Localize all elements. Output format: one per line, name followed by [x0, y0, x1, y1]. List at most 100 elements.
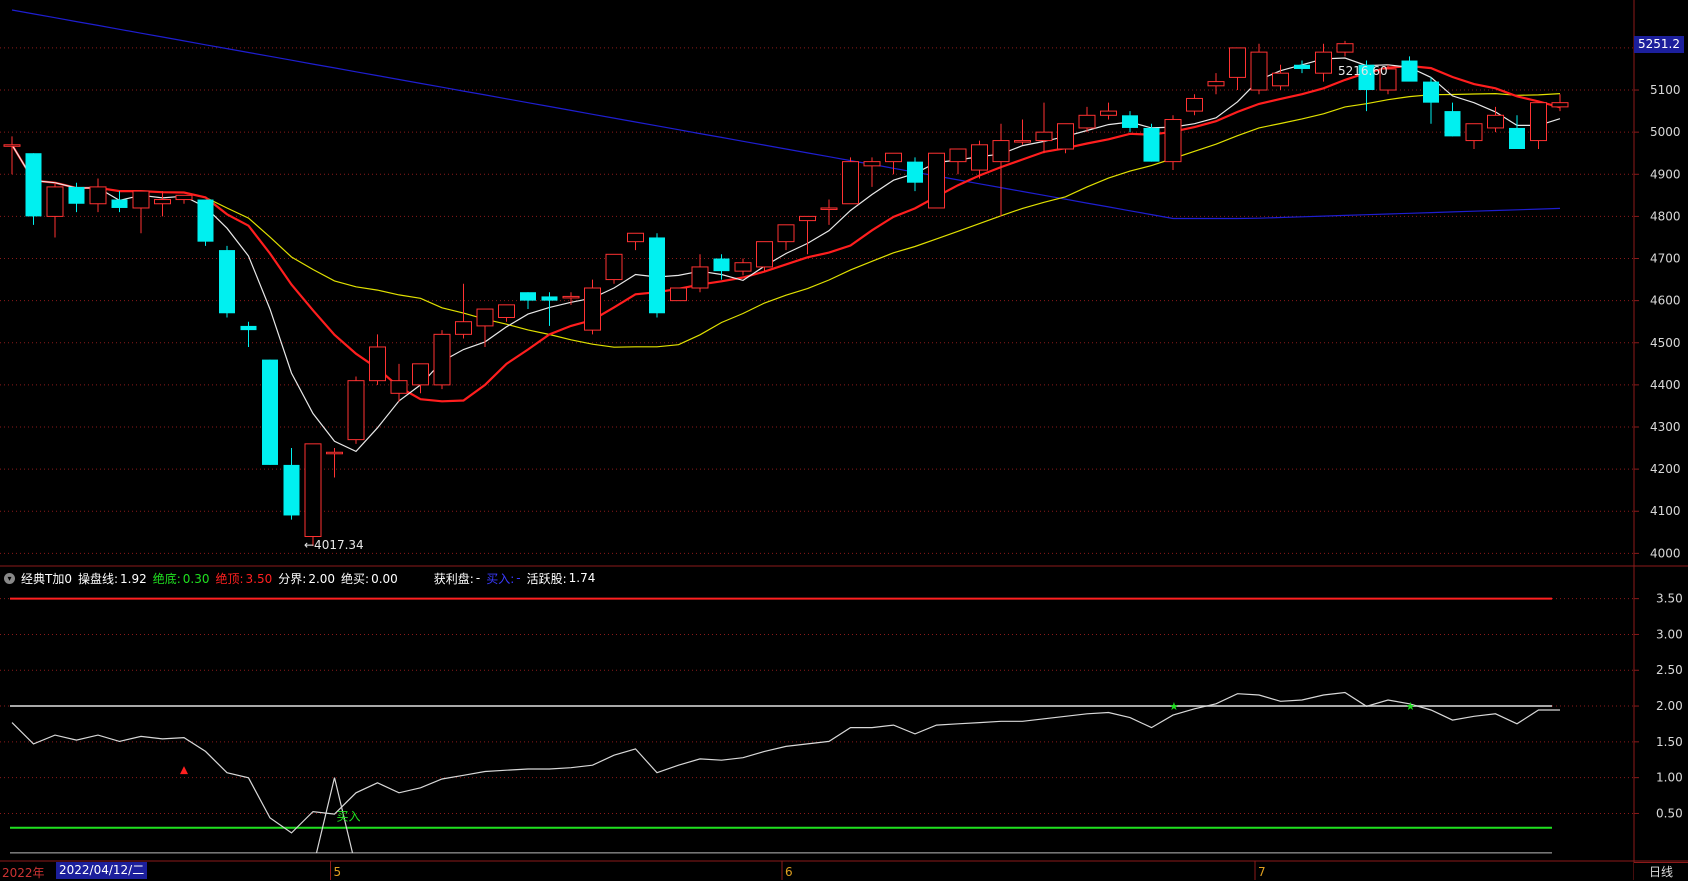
indicator-item-value: 2.00	[308, 571, 336, 586]
stock-chart[interactable]: 5200510050004900480047004600450044004300…	[0, 0, 1688, 880]
candle	[1122, 111, 1138, 133]
candle	[175, 194, 193, 204]
candle-body	[175, 194, 193, 201]
candle-body	[347, 380, 365, 441]
profit-label: 获利盘:	[433, 571, 474, 586]
candle-body	[627, 232, 644, 243]
candle	[89, 178, 107, 213]
candle-body	[562, 295, 580, 299]
candle	[1294, 60, 1310, 74]
star-icon: ★	[1169, 700, 1179, 713]
candle-body	[1078, 114, 1096, 129]
candle	[68, 182, 85, 213]
candle-body	[433, 333, 451, 386]
candle	[369, 334, 386, 385]
active-value: 1.74	[568, 571, 596, 585]
candle	[283, 448, 300, 520]
date-cursor: 2022/04/12/二	[56, 862, 148, 879]
candle	[842, 157, 859, 205]
high-price-annotation: 5216.60	[1338, 64, 1388, 78]
candle	[1164, 115, 1182, 171]
candle-body	[283, 464, 300, 516]
candle	[584, 279, 601, 335]
ma60-line	[11, 9, 1561, 220]
month-label: 5	[334, 865, 342, 879]
candle	[928, 152, 945, 209]
buy-value: -	[516, 571, 521, 585]
candle	[734, 258, 752, 276]
indicator-tick-label: 3.50	[1656, 592, 1683, 606]
candle-body	[1186, 97, 1203, 112]
candle-body	[907, 161, 923, 183]
candle-body	[46, 186, 64, 217]
indicator-tick-label: 2.00	[1656, 699, 1683, 713]
candle-body	[842, 161, 859, 205]
indicator-item-value: 0.00	[371, 571, 398, 586]
candle-body	[885, 152, 902, 163]
candle	[132, 190, 150, 234]
candle	[46, 182, 64, 238]
indicator-values: 操盘线: 1.92 绝底: 0.30 绝顶: 3.50 分界: 2.00 绝买: 0.00	[78, 570, 404, 587]
active-label: 活跃股:	[526, 571, 567, 586]
candle-body	[304, 443, 322, 538]
candle-body	[1100, 110, 1117, 116]
candle	[520, 292, 536, 310]
candle-body	[949, 148, 967, 163]
candle	[799, 215, 816, 255]
period-selector[interactable]: 日线	[1634, 862, 1688, 881]
indicator-tick-label: 2.50	[1656, 663, 1683, 677]
candle-body	[197, 199, 214, 242]
indicator-tick-label: 3.00	[1656, 627, 1683, 641]
price-tick-label: 4500	[1650, 336, 1681, 350]
candle-body	[1423, 81, 1439, 103]
candle-body	[1229, 47, 1246, 78]
candle-body	[1487, 114, 1504, 129]
candle-body	[1315, 51, 1332, 74]
candle	[197, 199, 214, 246]
star-icon: ★	[1406, 700, 1416, 713]
candle	[1530, 102, 1547, 149]
candle-body	[1164, 119, 1182, 163]
indicator-item-label: 分界:	[278, 571, 307, 586]
candle-body	[1401, 60, 1418, 82]
price-tick-label: 4700	[1650, 252, 1681, 266]
price-tick-label: 4200	[1650, 462, 1681, 476]
candle-body	[3, 144, 21, 147]
candle-body	[734, 262, 752, 272]
candle-body	[649, 237, 665, 314]
indicator-item-label: 绝顶:	[215, 571, 244, 586]
indicator-name[interactable]: 经典T加0	[21, 570, 72, 587]
candle	[476, 308, 494, 347]
candlestick-series	[3, 40, 1569, 547]
candle-body	[262, 359, 278, 465]
candle-body	[992, 140, 1010, 163]
candle	[154, 191, 171, 217]
indicator-tick-label: 0.50	[1656, 806, 1683, 820]
candle	[1315, 43, 1332, 82]
candle-body	[713, 258, 730, 272]
date-axis: 5 6 7	[330, 861, 1266, 880]
candle-body	[1014, 140, 1031, 143]
candle-body	[476, 308, 494, 327]
candle	[1336, 40, 1354, 57]
indicator-axis: 3.50 3.00 2.50 2.00 1.50 1.00 0.50	[1634, 592, 1683, 820]
candle-body	[756, 241, 773, 268]
candle-body	[68, 186, 85, 204]
candle-body	[412, 363, 429, 386]
candle	[304, 443, 322, 547]
candle	[1551, 94, 1569, 112]
candle	[111, 191, 128, 213]
candle	[691, 254, 709, 293]
price-tick-label: 4300	[1650, 420, 1681, 434]
candle-body	[1272, 72, 1289, 87]
candle-body	[1530, 102, 1547, 142]
indicator-tick-label: 1.00	[1656, 771, 1683, 785]
chevron-down-icon[interactable]: ▾	[4, 572, 15, 584]
candle-body	[1035, 131, 1053, 142]
candle-body	[1444, 111, 1461, 137]
candle	[863, 157, 881, 187]
candle	[1444, 102, 1461, 137]
candle-body	[1551, 102, 1569, 108]
candle	[605, 253, 623, 284]
candle-body	[111, 199, 128, 208]
